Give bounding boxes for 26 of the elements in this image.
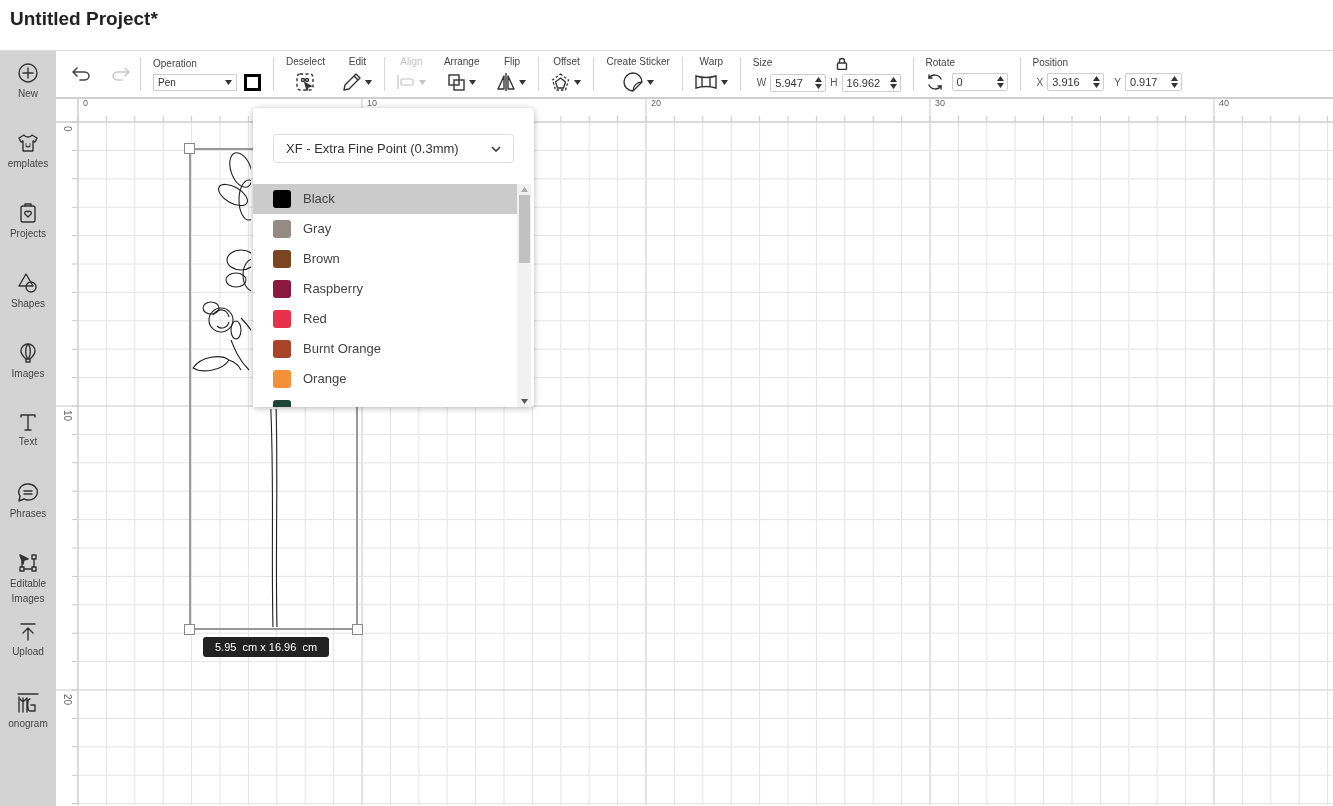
axis-label: W: [756, 76, 767, 90]
axis-label: X: [1036, 75, 1044, 90]
tool-label: Operation: [153, 57, 198, 70]
tool-label: Size: [752, 57, 773, 69]
tool-label: Align: [400, 56, 423, 68]
ruler-label: 20: [62, 694, 72, 706]
ruler-label: 30: [935, 99, 945, 107]
tool-label: Offset: [553, 56, 580, 68]
ruler-label: 10: [367, 99, 377, 107]
tool-label: Rotate: [925, 57, 956, 69]
tool-label: Arrange: [443, 56, 480, 68]
tool-label: Edit: [348, 56, 366, 68]
tool-label: Create Sticker: [606, 56, 670, 68]
tool-label: Deselect: [286, 56, 325, 68]
ruler-label: 0: [83, 99, 88, 107]
ruler-label: 20: [651, 99, 661, 107]
tool-label: Position: [1032, 57, 1070, 69]
ruler-label: 0: [62, 126, 72, 132]
ruler-label: 40: [1219, 99, 1229, 107]
dimension-tooltip: 5.95 cm x 16.96 cm: [203, 637, 330, 657]
ruler-label: 10: [62, 410, 72, 422]
axis-label: H: [830, 76, 838, 90]
tool-label: Flip: [503, 56, 521, 68]
tool-label: Warp: [699, 56, 724, 68]
axis-label: Y: [1114, 75, 1121, 90]
project-title: Untitled Project*: [10, 6, 158, 31]
